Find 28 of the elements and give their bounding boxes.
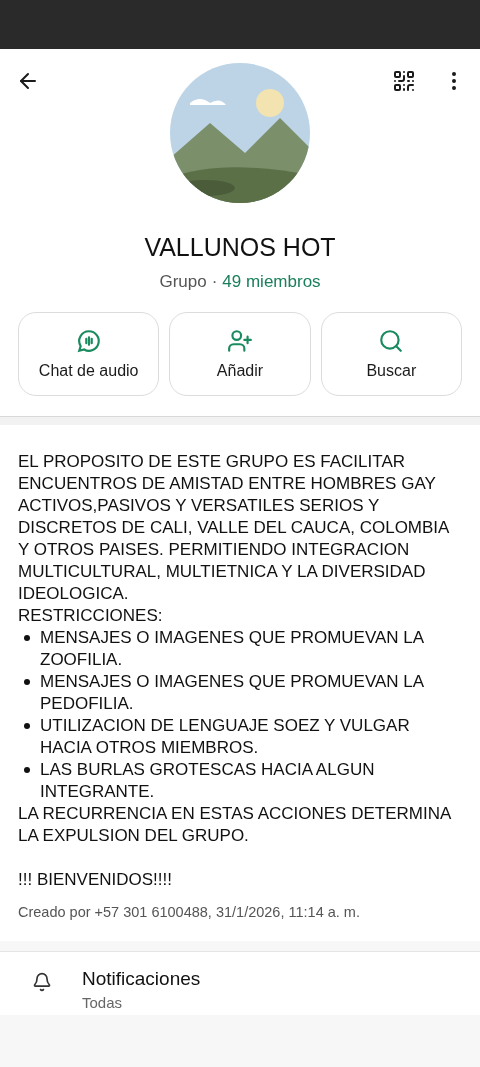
bullet-icon xyxy=(24,679,30,685)
welcome-text: !!! BIENVENIDOS!!!! xyxy=(18,869,173,891)
restrictions-heading: RESTRICCIONES: xyxy=(18,605,164,627)
settings-row[interactable]: Notificaciones Todas xyxy=(0,951,480,1015)
rule-text: MENSAJES O IMAGENES QUE PROMUEVAN LA ZOOFILIA. xyxy=(40,627,425,671)
bullet-icon xyxy=(24,635,30,641)
group-name: VALLUNOS HOT xyxy=(144,233,336,262)
created-by-text: Creado por +57 301 6100488, 31/1/2026, 11:14 a. m. xyxy=(18,903,361,922)
audio-chat-icon xyxy=(75,328,102,354)
setting-title: Notificaciones xyxy=(82,968,201,990)
closing-text: LA RECURRENCIA EN ESTAS ACCIONES DETERMINA LA EXPULSION DEL GRUPO. xyxy=(18,803,452,847)
action-button[interactable]: Chat de audio xyxy=(18,312,160,396)
group-type: Grupo xyxy=(159,272,207,292)
setting-value: Todas xyxy=(82,994,124,1011)
rule-text: LAS BURLAS GROTESCAS HACIA ALGUN INTEGRANTE. xyxy=(40,759,376,803)
rule-text: MENSAJES O IMAGENES QUE PROMUEVAN LA PEDOFILIA. xyxy=(40,671,425,715)
bullet-icon xyxy=(24,723,30,729)
add-person-icon xyxy=(227,328,253,354)
separator-dot: · xyxy=(211,272,218,292)
qr-code-button[interactable] xyxy=(392,69,416,93)
action-button[interactable]: Buscar xyxy=(320,312,462,396)
rule-text: UTILIZACION DE LENGUAJE SOEZ Y VULGAR HACIA OTROS MIEMBROS. xyxy=(40,715,411,759)
description-text: EL PROPOSITO DE ESTE GRUPO ES FACILITAR ENCUENTROS DE AMISTAD ENTRE HOMBRES GAY ACTIVOS,PASIVOS Y VERSATILES SERIOS Y DISCRETOS DE CALI, VALLE DEL CAUCA, COLOMBIA Y OTROS PAISES. PERMITIENDO INTEGRACION MULTICULTURAL, MULTIETNICA Y LA DIVERSIDAD IDEOLOGICA. xyxy=(18,451,450,605)
bullet-icon xyxy=(24,767,30,773)
bell-icon xyxy=(32,972,52,992)
search-icon xyxy=(378,328,405,354)
action-button[interactable]: Añadir xyxy=(169,312,311,396)
member-count[interactable]: 49 miembros xyxy=(222,272,321,292)
